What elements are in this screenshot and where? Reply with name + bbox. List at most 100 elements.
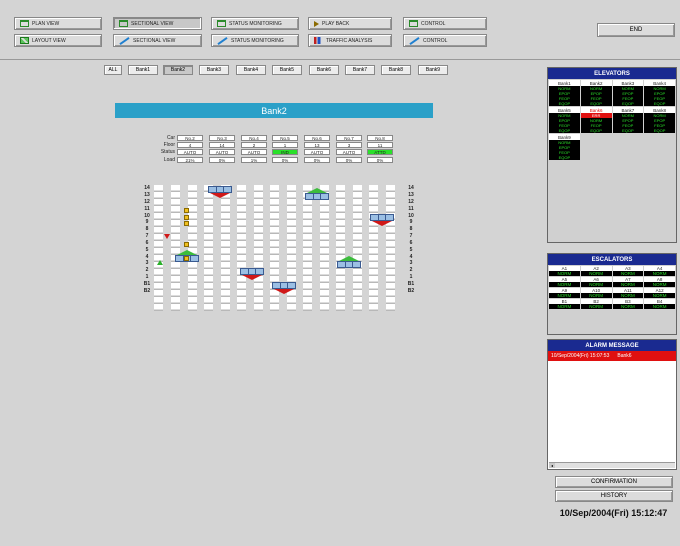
horizontal-scrollbar[interactable]: ◂ — [549, 462, 675, 468]
car-table-cell: No.6 — [304, 135, 330, 141]
escalator-status[interactable]: B3 NORM — [612, 299, 644, 309]
history-button[interactable]: HISTORY — [555, 490, 673, 502]
floor-label: 14 — [144, 185, 150, 191]
scroll-left-icon[interactable]: ◂ — [549, 463, 555, 468]
escalator-status[interactable]: A1 NORM — [549, 266, 580, 276]
elevator-bank-status[interactable]: Bank9 NORM EPOP FEOP EQOP — [549, 134, 580, 160]
elevator-car[interactable] — [337, 261, 361, 268]
elevator-shaft — [320, 185, 329, 311]
confirmation-button[interactable]: CONFIRMATION — [555, 476, 673, 488]
pen-icon — [119, 36, 130, 45]
car-call-indicator-icon — [184, 242, 189, 247]
elevator-car[interactable] — [305, 193, 329, 200]
escalator-status-flag: NORM — [580, 304, 612, 309]
plan-icon — [20, 20, 29, 27]
car-table-cell: No.8 — [367, 135, 393, 141]
floor-label: 1 — [409, 274, 413, 280]
floor-label: 8 — [145, 226, 149, 232]
floor-label: 14 — [408, 185, 414, 191]
escalator-status[interactable]: B4 NORM — [644, 299, 675, 309]
tab-bank8[interactable]: Bank8 — [381, 65, 411, 75]
tab-bank3[interactable]: Bank3 — [199, 65, 229, 75]
nav-button-label: CONTROL — [421, 20, 446, 27]
escalators-panel: ESCALATORS A1 NORM A2 NORM A3 NORM A4 NORM A5 NOR… — [547, 253, 677, 335]
elevator-car[interactable] — [272, 282, 296, 289]
escalator-status[interactable]: A8 NORM — [644, 277, 675, 287]
escalator-status-flag: NORM — [612, 271, 644, 276]
nav-row1-2-button[interactable]: STATUS MONITORING — [211, 17, 299, 30]
elevator-bank-status[interactable]: Bank2 NORM EPOP FEOP EQOP — [580, 80, 612, 106]
nav-row2-0-button[interactable]: LAYOUT VIEW — [14, 34, 102, 47]
nav-row2-3-button[interactable]: TRAFFIC ANALYSIS — [308, 34, 392, 47]
tab-bank6[interactable]: Bank6 — [309, 65, 339, 75]
tab-all[interactable]: ALL — [104, 65, 122, 75]
floor-label: 11 — [408, 206, 414, 212]
plan-icon — [217, 20, 226, 27]
elevator-car[interactable] — [208, 186, 232, 193]
escalator-status[interactable]: A5 NORM — [549, 277, 580, 287]
escalator-status[interactable]: A4 NORM — [644, 266, 675, 276]
floor-label: 6 — [145, 240, 149, 246]
elevator-bank-status[interactable]: Bank8 NORM EPOP FEOP EQOP — [644, 107, 675, 133]
elevator-bank-status[interactable]: Bank4 NORM EPOP FEOP EQOP — [644, 80, 675, 106]
floor-label: 11 — [144, 206, 150, 212]
elevator-car[interactable] — [370, 214, 394, 221]
elevator-bank-status[interactable]: Bank6 ERR NORM FEOP EQOP — [580, 107, 612, 133]
escalator-status[interactable]: A12 NORM — [644, 288, 675, 298]
nav-row1-4-button[interactable]: CONTROL — [403, 17, 487, 30]
car-table-cell: AUTO — [304, 149, 330, 155]
end-button[interactable]: END — [597, 23, 675, 37]
escalator-status[interactable]: A3 NORM — [612, 266, 644, 276]
escalator-status[interactable]: B2 NORM — [580, 299, 612, 309]
tab-bank4[interactable]: Bank4 — [236, 65, 266, 75]
tab-bank1[interactable]: Bank1 — [128, 65, 158, 75]
car-table-cell: AUTO — [336, 149, 362, 155]
escalator-status-flag: NORM — [644, 293, 675, 298]
car-table-row-label: Car — [166, 135, 175, 141]
escalator-status[interactable]: A7 NORM — [612, 277, 644, 287]
elevator-shaft — [303, 185, 312, 311]
elevator-car[interactable] — [240, 268, 264, 275]
nav-row1-0-button[interactable]: PLAN VIEW — [14, 17, 102, 30]
nav-row2-4-button[interactable]: CONTROL — [403, 34, 487, 47]
nav-row2-1-button[interactable]: SECTIONAL VIEW — [113, 34, 202, 47]
escalator-status[interactable]: B1 NORM — [549, 299, 580, 309]
elevator-shaft — [154, 185, 163, 311]
elevator-bank-status[interactable]: Bank1 NORM EPOP FEOP EQOP — [549, 80, 580, 106]
car-table-cell: 0% — [304, 157, 330, 163]
escalator-status-flag: NORM — [612, 293, 644, 298]
elevator-bank-status[interactable]: Bank7 NORM EPOP FEOP EQOP — [612, 107, 644, 133]
floor-label: 13 — [408, 192, 414, 198]
elevator-shaft — [171, 185, 180, 311]
escalator-status[interactable]: A6 NORM — [580, 277, 612, 287]
escalator-status[interactable]: A10 NORM — [580, 288, 612, 298]
tab-bank9[interactable]: Bank9 — [418, 65, 448, 75]
alarm-entry-source: Bank6 — [617, 353, 632, 359]
escalator-status[interactable]: A2 NORM — [580, 266, 612, 276]
elevator-status-flag: EQOP — [612, 101, 644, 106]
nav-row1-1-button[interactable]: SECTIONAL VIEW — [113, 17, 202, 30]
car-table-row-label: Status — [160, 149, 175, 155]
header-divider — [0, 59, 680, 60]
elevator-bank-status[interactable]: Bank3 NORM EPOP FEOP EQOP — [612, 80, 644, 106]
car-call-indicator-icon — [184, 221, 189, 226]
floor-label: 13 — [144, 192, 150, 198]
escalator-status[interactable]: A9 NORM — [549, 288, 580, 298]
floor-label: 7 — [145, 233, 149, 239]
plan-icon — [409, 20, 418, 27]
tab-bank2[interactable]: Bank2 — [163, 65, 193, 75]
elevator-bank-status[interactable]: Bank5 NORM EPOP FEOP EQOP — [549, 107, 580, 133]
elevator-shaft — [386, 185, 395, 311]
car-table-row-label: Load — [163, 157, 175, 163]
nav-button-label: LAYOUT VIEW — [32, 37, 66, 44]
nav-row2-2-button[interactable]: STATUS MONITORING — [211, 34, 299, 47]
nav-row1-3-button[interactable]: PLAY BACK — [308, 17, 392, 30]
elevator-status-flag: EQOP — [580, 128, 612, 133]
car-down-arrow-icon — [242, 275, 262, 280]
floor-label: 2 — [409, 267, 413, 273]
elevator-status-flag: EQOP — [612, 128, 644, 133]
escalator-status[interactable]: A11 NORM — [612, 288, 644, 298]
tab-bank7[interactable]: Bank7 — [345, 65, 375, 75]
alarm-entry[interactable]: 10/Sep/2004(Fri) 15:07:53 Bank6 — [548, 351, 676, 361]
tab-bank5[interactable]: Bank5 — [272, 65, 302, 75]
